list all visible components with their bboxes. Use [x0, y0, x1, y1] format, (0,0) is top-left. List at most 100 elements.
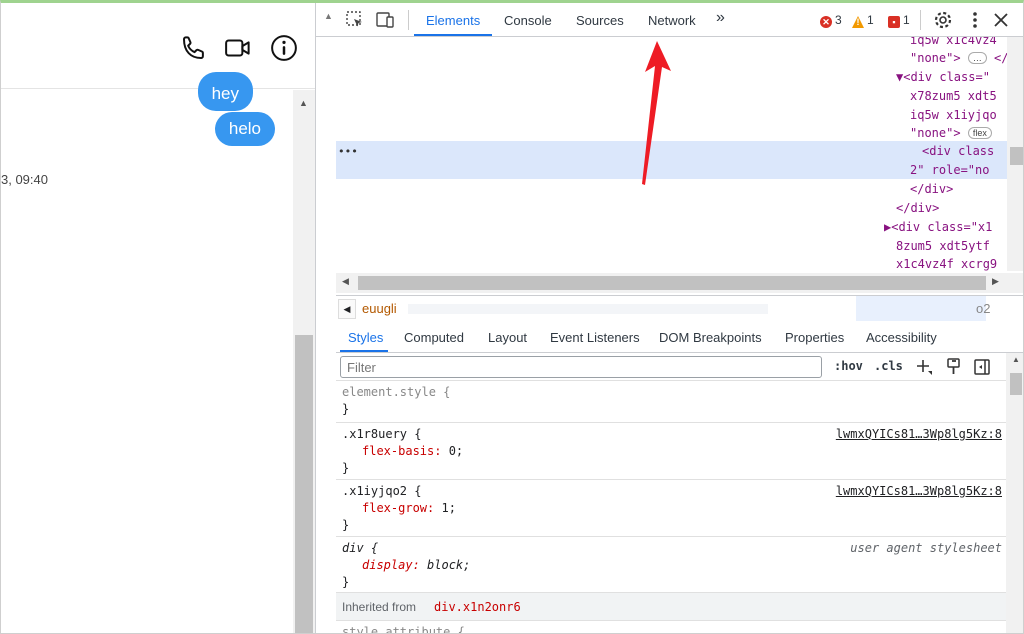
breadcrumb-item[interactable]: o2 [976, 301, 990, 316]
tree-horizontal-scrollbar[interactable]: ◀ ▶ [336, 273, 1023, 293]
tab-sources[interactable]: Sources [576, 13, 624, 28]
chat-pane: hey helo 3, 09:40 ▲ [1, 3, 315, 633]
tab-network[interactable]: Network [648, 13, 696, 28]
toggle-sidebar-icon[interactable] [972, 357, 992, 377]
inherited-label: Inherited from [342, 600, 417, 614]
scroll-left-arrow-icon[interactable]: ◀ [342, 276, 349, 287]
error-icon: ✕ [820, 16, 832, 28]
node-actions-ellipsis[interactable]: ••• [338, 145, 358, 158]
tree-line[interactable]: <div class [922, 144, 994, 158]
style-rule[interactable]: .x1r8uery { lwmxQYICs81…3Wp8lg5Kz:8 flex… [336, 423, 1006, 480]
issues-counter[interactable]: ▪ 1 [888, 13, 910, 28]
tab-accessibility[interactable]: Accessibility [866, 330, 937, 345]
tab-computed[interactable]: Computed [404, 330, 464, 345]
close-devtools-icon[interactable] [990, 9, 1012, 31]
error-counter[interactable]: ✕ 3 [820, 13, 842, 28]
rule-selector[interactable]: div { [342, 541, 378, 555]
devtools-panel: ▲ Elements Console Sources Network » ✕ 3 … [315, 3, 1023, 633]
scrollbar-thumb[interactable] [295, 335, 313, 633]
message-bubble[interactable]: hey [197, 72, 253, 111]
info-icon[interactable] [269, 33, 299, 63]
device-toolbar-icon[interactable] [374, 9, 396, 31]
phone-icon[interactable] [179, 33, 209, 63]
tree-line[interactable]: iq5w x1iyjqo [910, 108, 997, 122]
rule-selector[interactable]: .x1iyjqo2 { [342, 484, 421, 498]
tab-elements[interactable]: Elements [426, 13, 480, 28]
issues-count: 1 [903, 13, 910, 27]
scrollbar-thumb[interactable] [1010, 147, 1023, 165]
paint-brush-icon[interactable] [944, 357, 964, 377]
rule-source-link[interactable]: lwmxQYICs81…3Wp8lg5Kz:8 [836, 427, 1002, 441]
video-camera-icon[interactable] [223, 33, 253, 63]
class-toggle[interactable]: .cls [874, 359, 903, 373]
tree-line[interactable]: "none"> … </ [910, 51, 1009, 65]
styles-filter-input[interactable] [340, 356, 822, 378]
scrollbar-thumb[interactable] [358, 276, 986, 290]
devtools-toolbar: ▲ Elements Console Sources Network » ✕ 3 … [316, 3, 1023, 37]
css-property[interactable]: flex-grow: 1; [362, 501, 456, 515]
tree-line[interactable]: iq5w x1c4vz4 [910, 37, 997, 47]
tab-event-listeners[interactable]: Event Listeners [550, 330, 640, 345]
message-bubble[interactable]: helo [214, 112, 275, 146]
style-rule[interactable]: element.style { } [336, 381, 1006, 423]
tree-line[interactable]: </div> [896, 201, 939, 215]
property-name: display [362, 558, 413, 572]
message-timestamp: 3, 09:40 [1, 172, 48, 187]
elements-tree: ••• iq5w x1c4vz4 "none"> … </ ▼<div clas… [336, 37, 1023, 271]
new-style-rule-icon[interactable] [914, 357, 934, 377]
breadcrumb-blurred-segment [856, 296, 986, 322]
rule-close-brace: } [342, 402, 350, 416]
flex-badge[interactable]: flex [967, 127, 992, 139]
tree-line[interactable]: 8zum5 xdt5ytf [896, 239, 990, 253]
scroll-up-arrow-icon[interactable]: ▲ [299, 98, 308, 108]
tree-line[interactable]: x78zum5 xdt5 [910, 89, 997, 103]
property-value[interactable]: 0; [449, 444, 463, 458]
more-tabs-icon[interactable]: » [716, 9, 725, 27]
rule-source-link[interactable]: lwmxQYICs81…3Wp8lg5Kz:8 [836, 484, 1002, 498]
scroll-up-arrow-icon[interactable]: ▲ [1012, 355, 1020, 364]
warning-counter[interactable]: ! 1 [852, 13, 874, 28]
property-value: block; [427, 558, 471, 572]
ellipsis-badge[interactable]: … [967, 52, 987, 64]
style-rule[interactable]: div { user agent stylesheet display: blo… [336, 537, 1006, 593]
property-name: flex-grow [362, 501, 428, 515]
property-value[interactable]: 1; [441, 501, 455, 515]
scroll-right-arrow-icon[interactable]: ▶ [992, 276, 999, 287]
styles-pane: element.style { } .x1r8uery { lwmxQYICs8… [336, 381, 1006, 633]
screenshot-frame: hey helo 3, 09:40 ▲ ▲ Elements Console S… [0, 0, 1024, 634]
scroll-up-arrow-icon[interactable]: ▲ [324, 11, 333, 21]
tree-line[interactable]: ▶<div class="x1 [884, 220, 992, 234]
more-options-icon[interactable] [964, 9, 986, 31]
tree-line[interactable]: 2" role="no [910, 163, 989, 177]
settings-gear-icon[interactable] [932, 9, 954, 31]
tree-vertical-scrollbar[interactable] [1007, 37, 1023, 271]
tree-line[interactable]: ▼<div class=" [896, 70, 990, 84]
rule-selector[interactable]: element.style { [342, 385, 450, 399]
styles-vertical-scrollbar[interactable]: ▲ [1006, 353, 1023, 633]
property-name: flex-basis [362, 444, 435, 458]
chat-header [1, 3, 315, 89]
tab-properties[interactable]: Properties [785, 330, 844, 345]
tab-layout[interactable]: Layout [488, 330, 527, 345]
warning-icon: ! [852, 16, 864, 28]
hover-state-toggle[interactable]: :hov [834, 359, 863, 373]
inspect-element-icon[interactable] [344, 9, 366, 31]
style-attribute-rule[interactable]: style attribute { [342, 625, 465, 633]
tab-console[interactable]: Console [504, 13, 552, 28]
breadcrumb-scroll-left-icon[interactable]: ◀ [338, 299, 356, 319]
tree-line[interactable]: x1c4vz4f xcrg9 [896, 257, 997, 271]
chat-scrollbar[interactable]: ▲ [293, 90, 315, 633]
css-property[interactable]: flex-basis: 0; [362, 444, 463, 458]
breadcrumb-blurred-segment [408, 304, 768, 314]
tree-line[interactable]: </div> [910, 182, 953, 196]
breadcrumb-item[interactable]: euugli [362, 301, 397, 316]
scrollbar-thumb[interactable] [1010, 373, 1022, 395]
tab-styles[interactable]: Styles [348, 330, 383, 345]
style-rule[interactable]: .x1iyjqo2 { lwmxQYICs81…3Wp8lg5Kz:8 flex… [336, 480, 1006, 537]
rule-selector[interactable]: .x1r8uery { [342, 427, 421, 441]
sidebar-tabs: Styles Computed Layout Event Listeners D… [336, 321, 1023, 353]
tree-line[interactable]: "none"> flex [910, 126, 992, 140]
tab-dom-breakpoints[interactable]: DOM Breakpoints [659, 330, 762, 345]
inherited-node-link[interactable]: div.x1n2onr6 [434, 600, 521, 614]
active-subtab-indicator [340, 350, 388, 352]
